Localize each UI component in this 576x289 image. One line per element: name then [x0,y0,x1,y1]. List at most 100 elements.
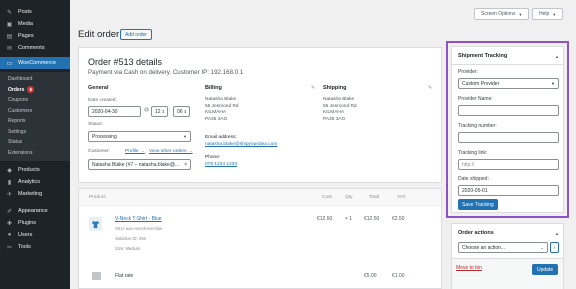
screen-options-label: Screen Options [481,11,516,17]
shipping-address: Natasha Blake 55 Jesmond Rd KILMAHA PA35… [323,97,357,123]
save-tracking-button[interactable]: Save Tracking [458,199,498,210]
divider [452,64,563,65]
item-qty: × 1 [345,216,353,222]
submenu-dashboard[interactable]: Dashboard [0,74,70,85]
edit-shipping-pencil-icon[interactable]: ✎ [428,85,432,91]
sidebar-item-label: Plugins [18,220,37,226]
col-cost: Cost [322,195,332,200]
product-thumbnail [89,217,102,231]
tools-icon: ✂ [6,244,13,251]
provider-select[interactable]: Custom Provider ▼ [458,78,559,89]
product-sku: SKU: woo-vneck-tee-blue [115,226,163,231]
submenu-customers[interactable]: Customers [0,106,70,117]
move-to-bin-link[interactable]: Move to bin [456,265,482,271]
shipping-total: €5.00 [364,273,377,279]
billing-address-line: Natasha Blake [205,97,237,102]
time-colon: : [169,108,171,113]
sidebar-item-analytics[interactable]: ▮ Analytics [0,176,70,188]
customer-value: Natasha Blake (#7 – natasha.blake@... [92,161,180,168]
pages-icon: ▤ [6,33,13,40]
sidebar-item-appearance[interactable]: ✐ Appearance [0,205,70,217]
provider-value: Custom Provider [462,80,500,87]
order-heading: Order #513 details [88,57,163,67]
sidebar-item-products[interactable]: ◆ Products [0,164,70,176]
shipment-tracking-title: Shipment Tracking [458,53,508,59]
item-total: €12.50 [364,216,380,222]
date-created-label: Date created: [88,98,117,103]
help-button[interactable]: Help ▼ [532,8,564,20]
pin-icon: ✎ [6,9,13,16]
phone-label: Phone: [205,155,221,160]
screen-options-button[interactable]: Screen Options ▼ [474,8,530,20]
shipping-heading: Shipping [323,85,347,91]
submenu-coupons[interactable]: Coupons [0,95,70,106]
sidebar-item-plugins[interactable]: ✚ Plugins [0,217,70,229]
status-value: Processing [92,133,117,140]
add-order-button[interactable]: Add order [120,29,152,40]
sidebar-item-posts[interactable]: ✎ Posts [0,6,70,18]
product-name-link[interactable]: V-Neck T-Shirt - Blue [115,216,162,222]
col-vat: VAT [397,195,406,200]
billing-phone-link[interactable]: 078 1234 1234 [205,162,237,167]
product-variation: Variation ID: 259 [115,236,146,241]
submenu-settings[interactable]: Settings [0,127,70,138]
date-created-input[interactable]: 2020-04-30 [88,106,141,117]
marketing-icon: ✈ [6,191,13,198]
email-label: Email address: [205,135,237,140]
sidebar-item-woocommerce[interactable]: ▭ WooCommerce [0,57,70,69]
order-actions-footer: Move to bin Update [452,258,563,289]
stepper-icon: ⇕ [183,109,187,114]
sidebar-item-marketing[interactable]: ✈ Marketing [0,188,70,200]
sidebar-item-tools[interactable]: ✂ Tools [0,241,70,253]
caret-down-icon: ▼ [552,11,557,17]
collapse-triangle-icon[interactable]: ▲ [555,54,559,59]
help-label: Help [539,11,550,17]
appearance-icon: ✐ [6,208,13,215]
hour-input[interactable]: 12 ⇕ [151,106,168,117]
billing-heading: Billing [205,85,222,91]
shipping-address-line: PA35 3AG [323,116,346,122]
billing-address-line: PA35 3AG [205,116,228,122]
items-table-header: Product Cost Qty Total VAT [79,189,441,206]
tracking-link-input[interactable]: http:// [458,159,559,170]
shipping-method-name: Flat rate [115,273,134,279]
billing-email-link[interactable]: natasha.blake@shipyouridea.com [205,142,277,147]
tshirt-icon [91,220,100,228]
sidebar-item-comments[interactable]: ✉ Comments [0,42,70,54]
item-vat: €2.50 [392,216,405,222]
submenu-extensions[interactable]: Extensions [0,148,70,159]
tracking-number-input[interactable] [458,132,559,143]
submenu-status[interactable]: Status [0,137,70,148]
admin-sidebar: ✎ Posts ▣ Media ▤ Pages ✉ Comments ▭ WooComme… [0,0,70,289]
provider-label: Provider: [458,69,479,75]
general-heading: General [88,85,109,91]
customer-select[interactable]: Natasha Blake (#7 – natasha.blake@... × [88,159,191,170]
stepper-icon: ⇕ [161,109,165,114]
submenu-orders[interactable]: Orders 5 [0,85,70,96]
sidebar-item-pages[interactable]: ▤ Pages [0,30,70,42]
status-select[interactable]: Processing ▼ [88,131,191,142]
action-select-value: Choose an action... [462,244,506,251]
sidebar-item-label: Pages [18,33,34,39]
shipment-tracking-panel: Shipment Tracking ▲ Provider: Custom Pro… [451,46,564,213]
order-action-select[interactable]: Choose an action... ⌄ [458,242,548,253]
minute-input[interactable]: 06 ⇕ [173,106,190,117]
date-shipped-input[interactable]: 2020-05-01 [458,185,559,196]
order-actions-title: Order actions [458,230,494,236]
sidebar-item-users[interactable]: ● Users [0,229,70,241]
col-product: Product [89,195,106,200]
status-label: Status: [88,122,103,127]
customer-profile-link[interactable]: Profile → [125,149,145,154]
order-actions-panel: Order actions ▲ Choose an action... ⌄ › M… [451,223,564,289]
apply-action-button[interactable]: › [550,242,559,253]
view-other-orders-link[interactable]: View other orders → [149,149,193,154]
submenu-reports[interactable]: Reports [0,116,70,127]
sidebar-item-media[interactable]: ▣ Media [0,18,70,30]
close-icon[interactable]: × [184,162,187,168]
provider-name-input[interactable] [458,105,559,116]
sidebar-item-label: Posts [18,9,32,15]
edit-billing-pencil-icon[interactable]: ✎ [311,85,315,91]
update-button[interactable]: Update [532,264,559,275]
collapse-triangle-icon[interactable]: ▲ [555,231,559,236]
page-title: Edit order [78,29,120,40]
